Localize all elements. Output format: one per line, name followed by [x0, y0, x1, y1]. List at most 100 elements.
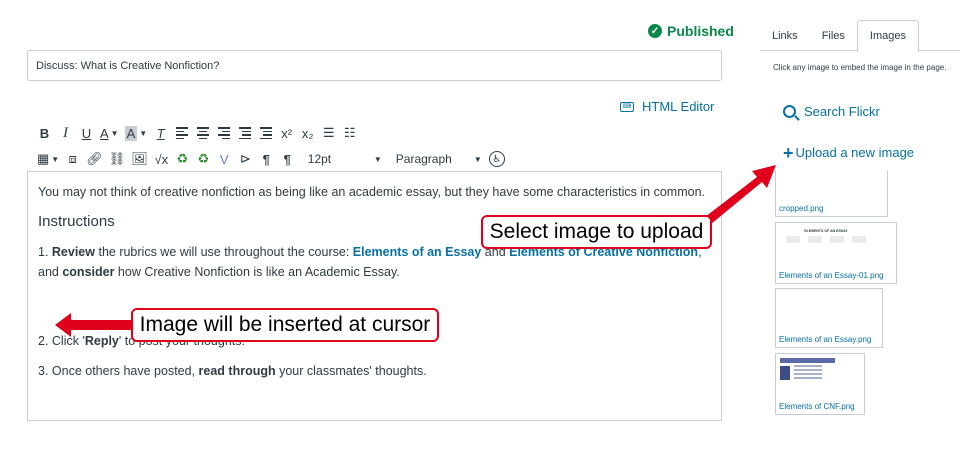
align-center-button[interactable]: [192, 123, 213, 143]
image-name: Elements of CNF.png: [779, 402, 855, 411]
outdent-button[interactable]: [255, 123, 276, 143]
tab-links[interactable]: Links: [760, 20, 810, 51]
image-button[interactable]: 🖼︎: [128, 149, 151, 169]
link-elements-of-essay[interactable]: Elements of an Essay: [353, 245, 482, 259]
clear-formatting-button[interactable]: T: [150, 123, 171, 143]
text: 3. Once others have posted,: [38, 364, 199, 378]
upload-image-label: Upload a new image: [795, 145, 915, 160]
green-tool-button-2[interactable]: ♻: [193, 149, 214, 169]
html-editor-link[interactable]: ⌨ HTML Editor: [620, 99, 714, 114]
text-color-icon: A: [100, 125, 109, 141]
bold-text: consider: [62, 265, 115, 279]
image-thumbnail[interactable]: cropped.png: [775, 170, 888, 217]
text: how Creative Nonfiction is like an Acade…: [114, 265, 400, 279]
recycle-icon: ♻: [197, 151, 210, 166]
align-right-icon: [217, 127, 230, 139]
search-icon: [783, 105, 796, 118]
image-thumbnail[interactable]: Elements of an Essay.png: [775, 288, 883, 348]
text: the rubrics we will use throughout the c…: [95, 245, 353, 259]
bold-button[interactable]: B: [34, 123, 55, 143]
background-color-button[interactable]: A ▼: [122, 123, 151, 143]
image-name: Elements of an Essay-01.png: [779, 271, 884, 280]
image-name: cropped.png: [779, 204, 824, 213]
search-flickr-label: Search Flickr: [804, 104, 880, 119]
table-icon: ▦: [37, 151, 50, 166]
font-size-value: 12pt: [307, 152, 332, 166]
bullet-list-icon: ☰: [322, 125, 335, 140]
paragraph-value: Paragraph: [395, 152, 452, 166]
link-button[interactable]: 🔗︎: [83, 149, 106, 169]
tab-files[interactable]: Files: [810, 20, 857, 51]
chevron-down-icon: ▼: [473, 154, 482, 164]
media-icon: ⧈: [68, 151, 77, 166]
chevron-down-icon: ▼: [110, 128, 119, 138]
text-color-button[interactable]: A ▼: [97, 123, 122, 143]
editor-toolbar-row-1: B I U A ▼ A ▼ T x² x₂ ☰ ☷: [34, 123, 360, 143]
align-center-icon: [196, 127, 209, 139]
rich-content-editor[interactable]: You may not think of creative nonfiction…: [27, 171, 722, 421]
instruction-3: 3. Once others have posted, read through…: [38, 361, 711, 381]
image-thumbnail[interactable]: Elements of CNF.png: [775, 353, 865, 415]
embed-button[interactable]: ⊳: [235, 149, 256, 169]
equation-button[interactable]: √x: [151, 149, 172, 169]
text: your classmates' thoughts.: [275, 364, 427, 378]
background-color-icon: A: [124, 125, 138, 141]
numbered-list-button[interactable]: ☷: [339, 123, 360, 143]
image-preview: [780, 358, 835, 398]
rtl-icon: ¶: [283, 151, 291, 167]
align-left-icon: [175, 127, 188, 139]
link-icon: 🔗︎: [86, 151, 103, 166]
unlink-icon: ⛓︎: [108, 151, 126, 166]
paragraph-select[interactable]: Paragraph ▼: [392, 149, 486, 169]
accessibility-icon: ♿︎: [488, 151, 505, 167]
arrow-left-icon: [55, 313, 137, 337]
v-icon: V: [219, 151, 229, 167]
indent-button[interactable]: [234, 123, 255, 143]
accessibility-button[interactable]: ♿︎: [486, 149, 508, 169]
chevron-down-icon: ▼: [139, 128, 148, 138]
arrow-up-right-icon: [705, 165, 776, 224]
keyboard-icon: ⌨: [620, 101, 634, 112]
media-button[interactable]: ⧈: [62, 149, 83, 169]
underline-button[interactable]: U: [76, 123, 97, 143]
chevron-down-icon: ▼: [51, 154, 60, 164]
image-icon: 🖼︎: [131, 151, 148, 166]
plus-icon: +: [783, 142, 794, 163]
align-left-button[interactable]: [171, 123, 192, 143]
align-right-button[interactable]: [213, 123, 234, 143]
tab-images[interactable]: Images: [856, 20, 919, 52]
numbered-list-icon: ☷: [343, 125, 356, 140]
unlink-button[interactable]: ⛓︎: [106, 149, 129, 169]
image-thumbnail[interactable]: ELEMENTS OF AN ESSAY Elements of an Essa…: [775, 222, 897, 284]
font-size-select[interactable]: 12pt ▼: [304, 149, 386, 169]
bold-text: Review: [51, 245, 95, 259]
title-input[interactable]: [27, 50, 722, 81]
upload-image-link[interactable]: + Upload a new image: [783, 142, 915, 163]
table-button[interactable]: ▦ ▼: [34, 149, 62, 169]
sidebar-tabs: Links Files Images: [760, 20, 960, 52]
superscript-button[interactable]: x²: [276, 123, 297, 143]
lti-tool-button[interactable]: V: [214, 149, 235, 169]
intro-paragraph: You may not think of creative nonfiction…: [38, 185, 706, 199]
published-status[interactable]: ✓ Published: [648, 22, 734, 40]
ltr-button[interactable]: ¶: [256, 149, 277, 169]
equation-icon: √x: [154, 151, 169, 167]
image-name: Elements of an Essay.png: [779, 335, 872, 344]
clear-formatting-icon: T: [156, 125, 165, 141]
rtl-button[interactable]: ¶: [277, 149, 298, 169]
html-editor-label: HTML Editor: [642, 99, 715, 114]
published-label: Published: [667, 23, 734, 39]
bullet-list-button[interactable]: ☰: [318, 123, 339, 143]
outdent-icon: [259, 127, 272, 139]
check-circle-icon: ✓: [648, 24, 662, 38]
search-flickr-link[interactable]: Search Flickr: [783, 104, 880, 119]
italic-button[interactable]: I: [55, 123, 76, 143]
image-preview: ELEMENTS OF AN ESSAY: [782, 229, 870, 253]
ltr-icon: ¶: [262, 151, 270, 167]
bold-text: read through: [198, 364, 276, 378]
indent-icon: [238, 127, 251, 139]
subscript-button[interactable]: x₂: [297, 123, 318, 143]
recycle-icon: ♻: [176, 151, 189, 166]
green-tool-button-1[interactable]: ♻: [172, 149, 193, 169]
step-number: 1.: [38, 245, 52, 259]
